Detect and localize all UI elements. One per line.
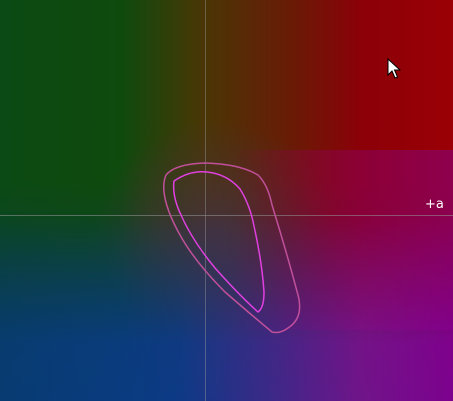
- inner-gamut-contour: [172, 170, 265, 313]
- outer-gamut-contour: [163, 162, 301, 334]
- mouse-pointer-icon: [387, 58, 401, 79]
- color-gamut-plot[interactable]: +a: [0, 0, 453, 401]
- gamut-contours: [163, 162, 301, 334]
